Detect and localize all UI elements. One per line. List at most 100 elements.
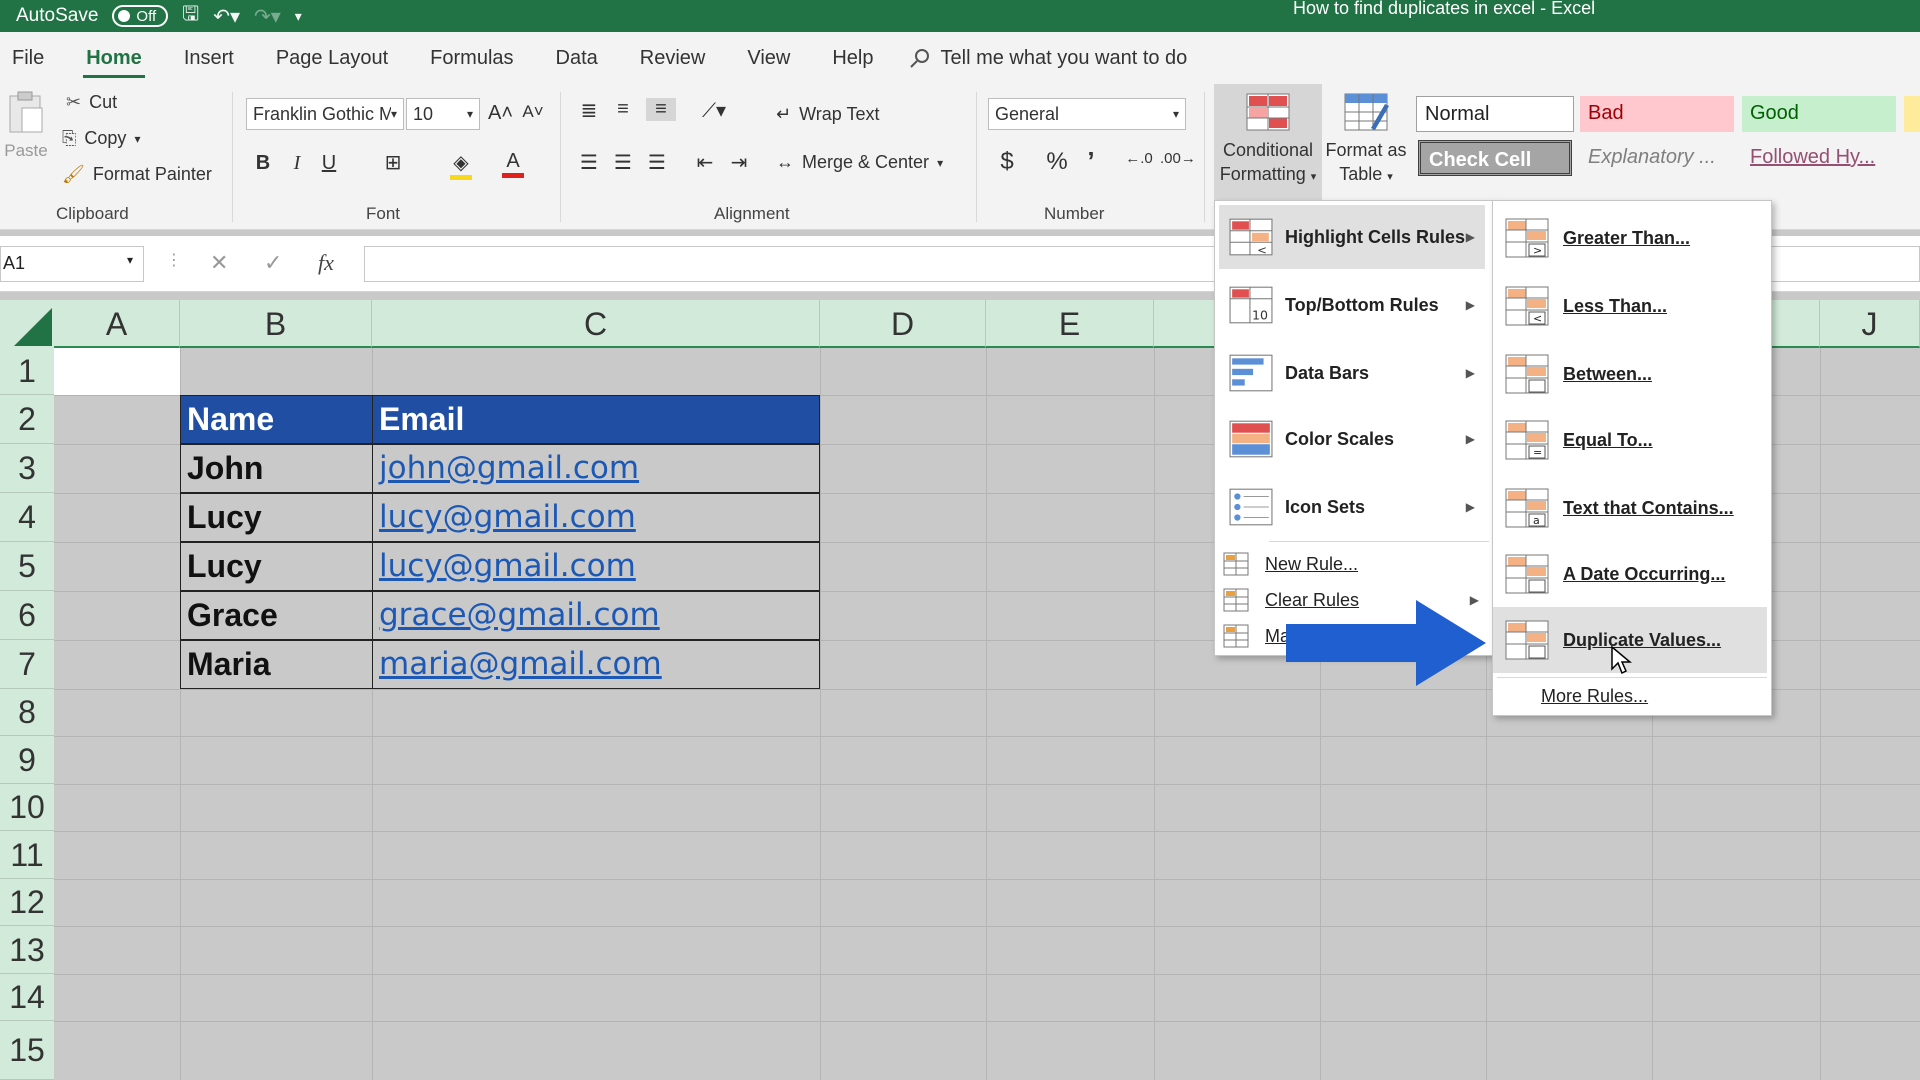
paste-button[interactable]: Paste — [4, 90, 48, 160]
cf-menu-item[interactable]: 10 Top/Bottom Rules ▶ — [1219, 273, 1485, 337]
bold-button[interactable]: B — [252, 152, 274, 175]
highlight-rule-item[interactable]: A Date Occurring... — [1493, 541, 1767, 607]
row-header-1[interactable]: 1 — [0, 348, 54, 395]
enter-icon[interactable]: ✓ — [264, 250, 282, 276]
name-cell[interactable]: Lucy — [180, 493, 373, 542]
select-all-button[interactable] — [0, 300, 54, 348]
autosave-toggle[interactable]: Off — [112, 5, 169, 27]
style-check-cell[interactable]: Check Cell — [1418, 140, 1572, 176]
align-middle-icon[interactable]: ≡ — [612, 98, 634, 121]
row-header-14[interactable]: 14 — [0, 974, 54, 1021]
tab-formulas[interactable]: Formulas — [409, 32, 534, 84]
row-header-7[interactable]: 7 — [0, 640, 54, 689]
currency-icon[interactable]: $ — [996, 148, 1018, 176]
decrease-decimal-icon[interactable]: .00→ — [1160, 150, 1196, 167]
column-header-d[interactable]: D — [820, 300, 986, 348]
column-header-e[interactable]: E — [986, 300, 1154, 348]
header-cell-email[interactable]: Email — [372, 395, 820, 444]
conditional-formatting-button[interactable]: Conditional Formatting ▾ — [1214, 84, 1322, 202]
row-header-2[interactable]: 2 — [0, 395, 54, 444]
save-icon[interactable]: 🖫 — [182, 0, 199, 33]
cut-button[interactable]: ✂ Cut — [66, 92, 117, 113]
row-header-12[interactable]: 12 — [0, 879, 54, 926]
tab-insert[interactable]: Insert — [163, 32, 255, 84]
name-cell[interactable]: John — [180, 444, 373, 493]
cf-menu-item[interactable]: Icon Sets ▶ — [1219, 475, 1485, 539]
align-center-icon[interactable]: ☰ — [612, 150, 634, 175]
row-header-3[interactable]: 3 — [0, 444, 54, 493]
highlight-rule-item[interactable]: = Equal To... — [1493, 407, 1767, 473]
decrease-font-icon[interactable]: A˅ — [522, 102, 544, 122]
tab-help[interactable]: Help — [811, 32, 894, 84]
column-header-j[interactable]: J — [1820, 300, 1920, 348]
customize-qat-icon[interactable]: ▾ — [295, 8, 302, 25]
style-bad[interactable]: Bad — [1580, 96, 1734, 132]
tab-data[interactable]: Data — [535, 32, 619, 84]
row-header-10[interactable]: 10 — [0, 784, 54, 831]
highlight-rule-item[interactable]: Between... — [1493, 341, 1767, 407]
align-bottom-icon[interactable]: ≡ — [646, 98, 676, 121]
tell-me-box[interactable]: Tell me what you want to do — [909, 47, 1187, 70]
column-header-a[interactable]: A — [54, 300, 180, 348]
tab-file[interactable]: File — [0, 32, 65, 84]
email-cell[interactable]: grace@gmail.com — [372, 591, 820, 640]
more-rules-item[interactable]: More Rules... — [1493, 679, 1767, 713]
cf-menu-item[interactable]: < Highlight Cells Rules ▶ — [1219, 205, 1485, 269]
column-header-c[interactable]: C — [372, 300, 820, 348]
row-header-13[interactable]: 13 — [0, 926, 54, 974]
row-header-6[interactable]: 6 — [0, 591, 54, 640]
percent-icon[interactable]: % — [1046, 148, 1068, 176]
column-header-b[interactable]: B — [180, 300, 372, 348]
number-format-select[interactable]: General ▾ — [988, 98, 1186, 130]
email-cell[interactable]: john@gmail.com — [372, 444, 820, 493]
increase-decimal-icon[interactable]: ←.0 — [1124, 150, 1154, 167]
row-header-4[interactable]: 4 — [0, 493, 54, 542]
tab-page-layout[interactable]: Page Layout — [255, 32, 409, 84]
name-cell[interactable]: Lucy — [180, 542, 373, 591]
style-normal[interactable]: Normal — [1416, 96, 1574, 132]
selected-cell-a1[interactable] — [54, 348, 180, 395]
align-top-icon[interactable]: ≣ — [578, 98, 600, 123]
format-as-table-button[interactable]: Format as Table ▾ — [1324, 84, 1408, 202]
comma-icon[interactable]: ’ — [1080, 146, 1102, 177]
insert-function-icon[interactable]: fx — [318, 250, 334, 276]
font-color-icon[interactable]: A — [502, 150, 524, 178]
style-neutral-partial[interactable] — [1904, 96, 1920, 132]
highlight-rule-item[interactable]: > Greater Than... — [1493, 205, 1767, 271]
email-cell[interactable]: lucy@gmail.com — [372, 493, 820, 542]
undo-icon[interactable]: ↶▾ — [213, 4, 240, 29]
header-cell-name[interactable]: Name — [180, 395, 373, 444]
orientation-icon[interactable]: ⟋▾ — [694, 98, 734, 123]
increase-indent-icon[interactable]: ⇥ — [728, 150, 750, 175]
font-size-select[interactable]: 10 ▾ — [406, 98, 480, 130]
row-header-5[interactable]: 5 — [0, 542, 54, 591]
tab-view[interactable]: View — [726, 32, 811, 84]
cancel-icon[interactable]: ✕ — [210, 250, 228, 276]
font-family-select[interactable]: Franklin Gothic M ▾ — [246, 98, 404, 130]
borders-icon[interactable]: ⊞ — [382, 150, 404, 175]
italic-button[interactable]: I — [286, 152, 308, 175]
name-cell[interactable]: Maria — [180, 640, 373, 689]
row-header-8[interactable]: 8 — [0, 689, 54, 736]
copy-button[interactable]: ⎘ Copy ▾ — [62, 128, 140, 149]
decrease-indent-icon[interactable]: ⇤ — [694, 150, 716, 175]
highlight-rule-item[interactable]: a Text that Contains... — [1493, 475, 1767, 541]
email-cell[interactable]: lucy@gmail.com — [372, 542, 820, 591]
tab-home[interactable]: Home — [65, 32, 163, 84]
cf-menu-item[interactable]: Data Bars ▶ — [1219, 341, 1485, 405]
email-cell[interactable]: maria@gmail.com — [372, 640, 820, 689]
fill-color-icon[interactable]: ◈ — [450, 150, 472, 180]
cf-menu-small-item[interactable]: New Rule... — [1215, 547, 1489, 581]
row-header-9[interactable]: 9 — [0, 736, 54, 784]
highlight-rule-item[interactable]: < Less Than... — [1493, 273, 1767, 339]
name-cell[interactable]: Grace — [180, 591, 373, 640]
row-header-11[interactable]: 11 — [0, 831, 54, 879]
tab-review[interactable]: Review — [619, 32, 727, 84]
cf-menu-item[interactable]: Color Scales ▶ — [1219, 407, 1485, 471]
underline-button[interactable]: U — [318, 152, 340, 175]
style-followed-hyperlink[interactable]: Followed Hy... — [1742, 140, 1896, 176]
format-painter-button[interactable]: 🖌 Format Painter — [62, 164, 212, 185]
increase-font-icon[interactable]: A˄ — [488, 102, 513, 125]
align-right-icon[interactable]: ☰ — [646, 150, 668, 175]
wrap-text-button[interactable]: ↵ Wrap Text — [776, 104, 879, 125]
